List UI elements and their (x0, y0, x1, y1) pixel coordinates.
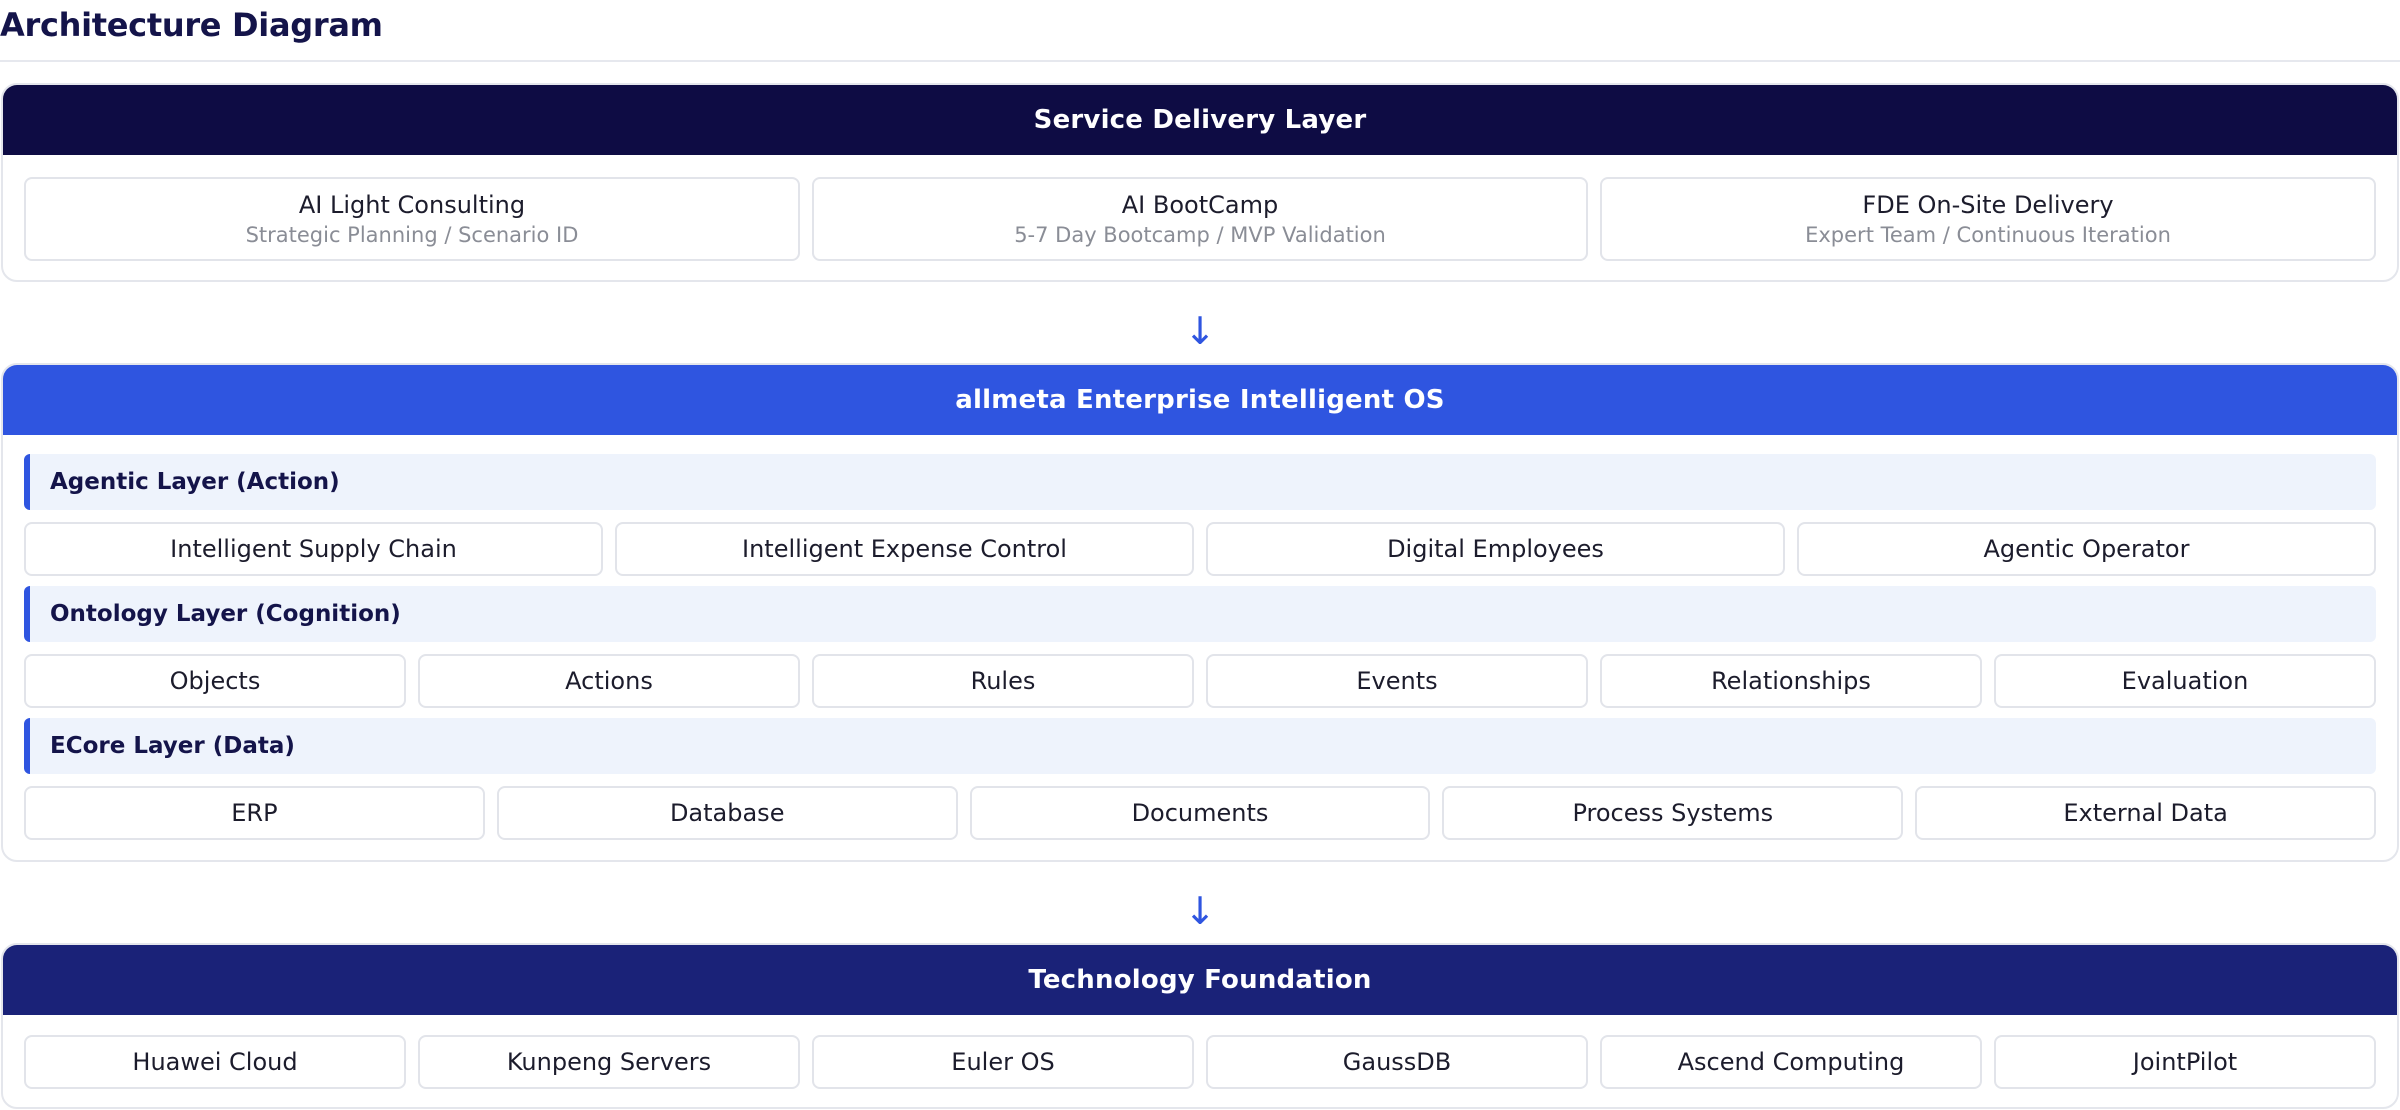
ecore-item: Documents (969, 786, 1431, 840)
ontology-item-label: Objects (169, 667, 261, 695)
ontology-item-label: Evaluation (2121, 667, 2249, 695)
agentic-item-label: Intelligent Expense Control (742, 535, 1067, 563)
ontology-item: Evaluation (1994, 654, 2376, 708)
allmeta-os-layer: allmeta Enterprise Intelligent OS Agenti… (1, 363, 2399, 862)
down-arrow-icon: ↓ (1184, 889, 1216, 933)
tech-item-label: Huawei Cloud (132, 1048, 298, 1076)
service-delivery-layer: Service Delivery Layer AI Light Consulti… (1, 83, 2399, 282)
tech-items-row: Huawei Cloud Kunpeng Servers Euler OS Ga… (24, 1035, 2376, 1089)
service-item-title: AI BootCamp (1121, 191, 1279, 219)
tech-item-label: Kunpeng Servers (506, 1048, 712, 1076)
ecore-item-label: Process Systems (1572, 799, 1774, 827)
os-layer-header: allmeta Enterprise Intelligent OS (3, 365, 2397, 435)
tech-item-label: Euler OS (951, 1048, 1055, 1076)
agentic-layer-label: Agentic Layer (Action) (24, 454, 2376, 510)
ontology-item: Relationships (1600, 654, 1982, 708)
service-item-consulting: AI Light Consulting Strategic Planning /… (24, 177, 800, 261)
service-layer-header: Service Delivery Layer (3, 85, 2397, 155)
title-divider (0, 60, 2400, 62)
ecore-item-label: ERP (231, 799, 278, 827)
ontology-item: Actions (418, 654, 800, 708)
tech-item: Huawei Cloud (24, 1035, 406, 1089)
ecore-item: ERP (24, 786, 485, 840)
service-item-fde: FDE On-Site Delivery Expert Team / Conti… (1600, 177, 2376, 261)
agentic-item: Agentic Operator (1797, 522, 2376, 576)
ecore-item: External Data (1915, 786, 2376, 840)
service-item-title: FDE On-Site Delivery (1862, 191, 2114, 219)
architecture-diagram: Architecture Diagram Service Delivery La… (0, 0, 2400, 1110)
tech-item: Euler OS (812, 1035, 1194, 1089)
tech-item: Kunpeng Servers (418, 1035, 800, 1089)
service-item-subtitle: Expert Team / Continuous Iteration (1805, 223, 2171, 247)
ecore-item: Process Systems (1442, 786, 1904, 840)
tech-item: Ascend Computing (1600, 1035, 1982, 1089)
agentic-items-row: Intelligent Supply Chain Intelligent Exp… (24, 522, 2376, 576)
ecore-item: Database (496, 786, 958, 840)
page-title: Architecture Diagram (0, 6, 383, 44)
tech-item-label: Ascend Computing (1677, 1048, 1905, 1076)
ontology-items-row: Objects Actions Rules Events Relationshi… (24, 654, 2376, 708)
agentic-item: Digital Employees (1206, 522, 1785, 576)
agentic-item: Intelligent Expense Control (615, 522, 1194, 576)
tech-item: GaussDB (1206, 1035, 1588, 1089)
agentic-item: Intelligent Supply Chain (24, 522, 603, 576)
agentic-item-label: Intelligent Supply Chain (170, 535, 457, 563)
down-arrow-icon: ↓ (1184, 309, 1216, 353)
tech-item: JointPilot (1994, 1035, 2376, 1089)
ecore-layer-label: ECore Layer (Data) (24, 718, 2376, 774)
service-item-bootcamp: AI BootCamp 5-7 Day Bootcamp / MVP Valid… (812, 177, 1588, 261)
ecore-item-label: Documents (1131, 799, 1269, 827)
agentic-item-label: Digital Employees (1387, 535, 1604, 563)
ontology-item-label: Events (1356, 667, 1438, 695)
service-item-subtitle: Strategic Planning / Scenario ID (245, 223, 579, 247)
tech-item-label: JointPilot (2132, 1048, 2238, 1076)
ecore-item-label: Database (669, 799, 785, 827)
ecore-items-row: ERP Database Documents Process Systems E… (24, 786, 2376, 840)
tech-layer-header: Technology Foundation (3, 945, 2397, 1015)
ontology-item: Rules (812, 654, 1194, 708)
technology-foundation-layer: Technology Foundation Huawei Cloud Kunpe… (1, 943, 2399, 1109)
ontology-layer-label: Ontology Layer (Cognition) (24, 586, 2376, 642)
tech-item-label: GaussDB (1342, 1048, 1452, 1076)
service-item-subtitle: 5-7 Day Bootcamp / MVP Validation (1014, 223, 1386, 247)
service-item-title: AI Light Consulting (298, 191, 526, 219)
ontology-item: Objects (24, 654, 406, 708)
ecore-item-label: External Data (2063, 799, 2228, 827)
ontology-item-label: Relationships (1711, 667, 1871, 695)
ontology-item: Events (1206, 654, 1588, 708)
agentic-item-label: Agentic Operator (1983, 535, 2190, 563)
service-items-row: AI Light Consulting Strategic Planning /… (24, 177, 2376, 261)
ontology-item-label: Actions (565, 667, 653, 695)
ontology-item-label: Rules (970, 667, 1036, 695)
